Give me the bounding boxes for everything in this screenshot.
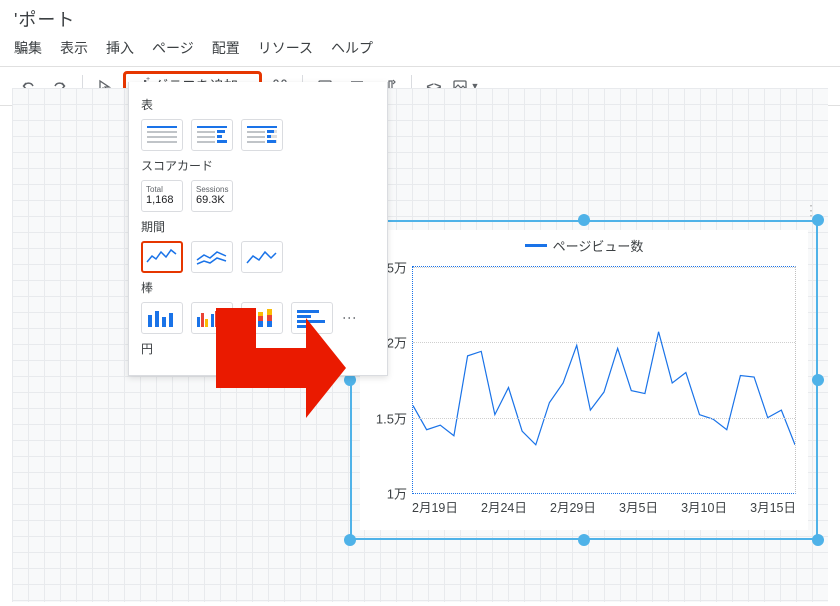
- menu-help[interactable]: ヘルプ: [331, 38, 373, 58]
- x-tick: 3月10日: [681, 497, 727, 516]
- x-tick: 2月19日: [412, 497, 458, 516]
- chart-option-time-series-3[interactable]: [241, 241, 283, 273]
- x-tick: 2月24日: [481, 497, 527, 516]
- chart-body: ページビュー数 2.5万 2万 1.5万 1万 2月19日 2月24日 2月29…: [360, 230, 808, 530]
- section-label-scorecard: スコアカード: [141, 157, 375, 174]
- menu-view[interactable]: 表示: [60, 38, 88, 58]
- x-tick: 2月29日: [550, 497, 596, 516]
- y-tick: 1万: [387, 484, 407, 503]
- chart-legend: ページビュー数: [360, 230, 808, 255]
- chart-option-bar-1[interactable]: [141, 302, 183, 334]
- section-label-time-series: 期間: [141, 218, 375, 235]
- chart-option-scorecard-2[interactable]: Sessions69.3K: [191, 180, 233, 212]
- menu-resource[interactable]: リソース: [258, 38, 313, 58]
- menu-arrange[interactable]: 配置: [212, 38, 240, 58]
- resize-handle[interactable]: [812, 534, 824, 546]
- menu-page[interactable]: ページ: [152, 38, 194, 58]
- y-tick: 2万: [387, 333, 407, 352]
- resize-handle[interactable]: [812, 374, 824, 386]
- x-axis: 2月19日 2月24日 2月29日 3月5日 3月10日 3月15日: [412, 497, 796, 516]
- chart-line: [413, 267, 795, 493]
- legend-swatch-icon: [525, 244, 547, 247]
- plot-area: 2.5万 2万 1.5万 1万: [412, 266, 796, 494]
- legend-label: ページビュー数: [553, 236, 644, 255]
- menu-bar: 騙集 表示 挿入 ページ 配置 リソース ヘルプ: [0, 34, 840, 66]
- section-label-bar: 棒: [141, 279, 375, 296]
- x-tick: 3月15日: [750, 497, 796, 516]
- chart-option-table-2[interactable]: [191, 119, 233, 151]
- chart-object[interactable]: ⋮ ページビュー数 2.5万 2万 1.5万 1万 2月19日 2月24日 2月…: [350, 220, 818, 540]
- app-title: 'ポート: [0, 0, 840, 34]
- resize-handle[interactable]: [344, 534, 356, 546]
- y-tick: 1.5万: [376, 408, 407, 427]
- menu-edit[interactable]: 騙集: [14, 38, 42, 58]
- chart-option-table-3[interactable]: [241, 119, 283, 151]
- resize-handle[interactable]: [578, 534, 590, 546]
- resize-handle[interactable]: [578, 214, 590, 226]
- chart-option-table-1[interactable]: [141, 119, 183, 151]
- x-tick: 3月5日: [619, 497, 658, 516]
- menu-insert[interactable]: 挿入: [106, 38, 134, 58]
- arrow-annotation-icon: [196, 308, 346, 421]
- chart-option-time-series-2[interactable]: [191, 241, 233, 273]
- chart-option-scorecard-1[interactable]: Total1,168: [141, 180, 183, 212]
- section-label-table: 表: [141, 96, 375, 113]
- resize-handle[interactable]: [812, 214, 824, 226]
- chart-option-time-series-1[interactable]: [141, 241, 183, 273]
